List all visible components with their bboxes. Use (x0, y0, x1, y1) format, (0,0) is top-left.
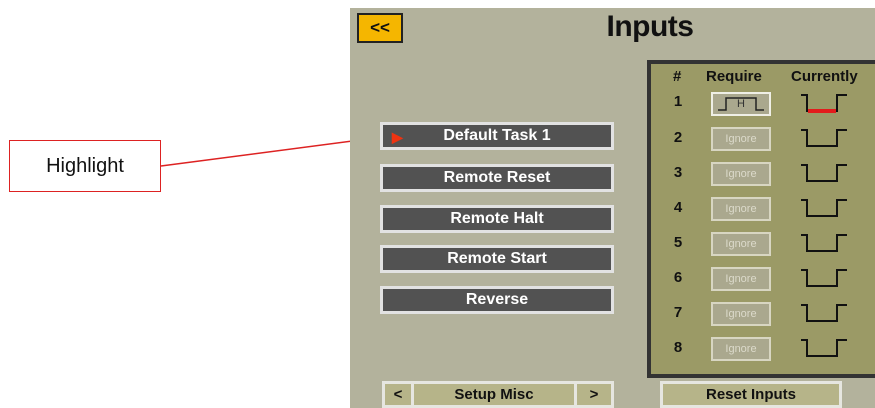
highlight-cursor-icon: ▶ (392, 129, 403, 145)
require-toggle[interactable]: Ignore (711, 197, 771, 221)
highlight-callout: Highlight (9, 140, 161, 192)
menu-button-remote-start[interactable]: Remote Start (380, 245, 614, 273)
menu-button-remote-reset[interactable]: Remote Reset (380, 164, 614, 192)
column-header-num: # (673, 68, 682, 85)
menu-button-remote-halt[interactable]: Remote Halt (380, 205, 614, 233)
reset-inputs-button[interactable]: Reset Inputs (660, 381, 842, 408)
require-label: Ignore (725, 273, 757, 285)
require-toggle[interactable]: Ignore (711, 232, 771, 256)
input-number: 4 (673, 199, 683, 216)
require-toggle[interactable]: Ignore (711, 337, 771, 361)
require-label: Ignore (725, 308, 757, 320)
input-number: 3 (673, 164, 683, 181)
require-toggle[interactable]: Ignore (711, 162, 771, 186)
inputs-panel: # Require Currently 1 H 2 Ignore 3 Ignor… (647, 60, 875, 378)
inputs-screen: << Inputs ▶ Default Task 1 Remote Reset … (350, 8, 875, 408)
require-toggle[interactable]: H (711, 92, 771, 116)
input-number: 7 (673, 304, 683, 321)
require-label: Ignore (725, 238, 757, 250)
input-number: 2 (673, 129, 683, 146)
current-state-icon (801, 164, 847, 182)
require-label: Ignore (725, 133, 757, 145)
current-state-icon (801, 234, 847, 252)
nav-page-label[interactable]: Setup Misc (414, 381, 574, 408)
require-label: H (737, 98, 745, 110)
menu-button-label: Remote Halt (450, 210, 544, 227)
menu-button-default-task[interactable]: ▶ Default Task 1 (380, 122, 614, 150)
callout-label: Highlight (46, 154, 124, 177)
input-number: 8 (673, 339, 683, 356)
setup-nav: < Setup Misc > (382, 381, 614, 408)
page-title: Inputs (606, 10, 695, 43)
require-toggle[interactable]: Ignore (711, 302, 771, 326)
menu-button-label: Default Task 1 (443, 127, 551, 144)
input-number: 6 (673, 269, 683, 286)
require-toggle[interactable]: Ignore (711, 267, 771, 291)
current-state-icon (801, 304, 847, 322)
menu-button-label: Remote Reset (443, 169, 551, 186)
column-header-require: Require (706, 68, 762, 85)
input-number: 1 (673, 93, 683, 110)
prev-page-button[interactable]: < (382, 381, 414, 408)
column-header-currently: Currently (791, 68, 858, 85)
next-page-button[interactable]: > (574, 381, 614, 408)
menu-button-label: Remote Start (447, 250, 547, 267)
current-state-icon (801, 94, 847, 113)
current-state-icon (801, 339, 847, 357)
menu-button-reverse[interactable]: Reverse (380, 286, 614, 314)
input-number: 5 (673, 234, 683, 251)
current-state-icon (801, 269, 847, 287)
require-label: Ignore (725, 203, 757, 215)
require-label: Ignore (725, 343, 757, 355)
current-state-icon (801, 129, 847, 147)
current-state-icon (801, 199, 847, 217)
menu-button-label: Reverse (465, 291, 529, 308)
require-toggle[interactable]: Ignore (711, 127, 771, 151)
require-label: Ignore (725, 168, 757, 180)
